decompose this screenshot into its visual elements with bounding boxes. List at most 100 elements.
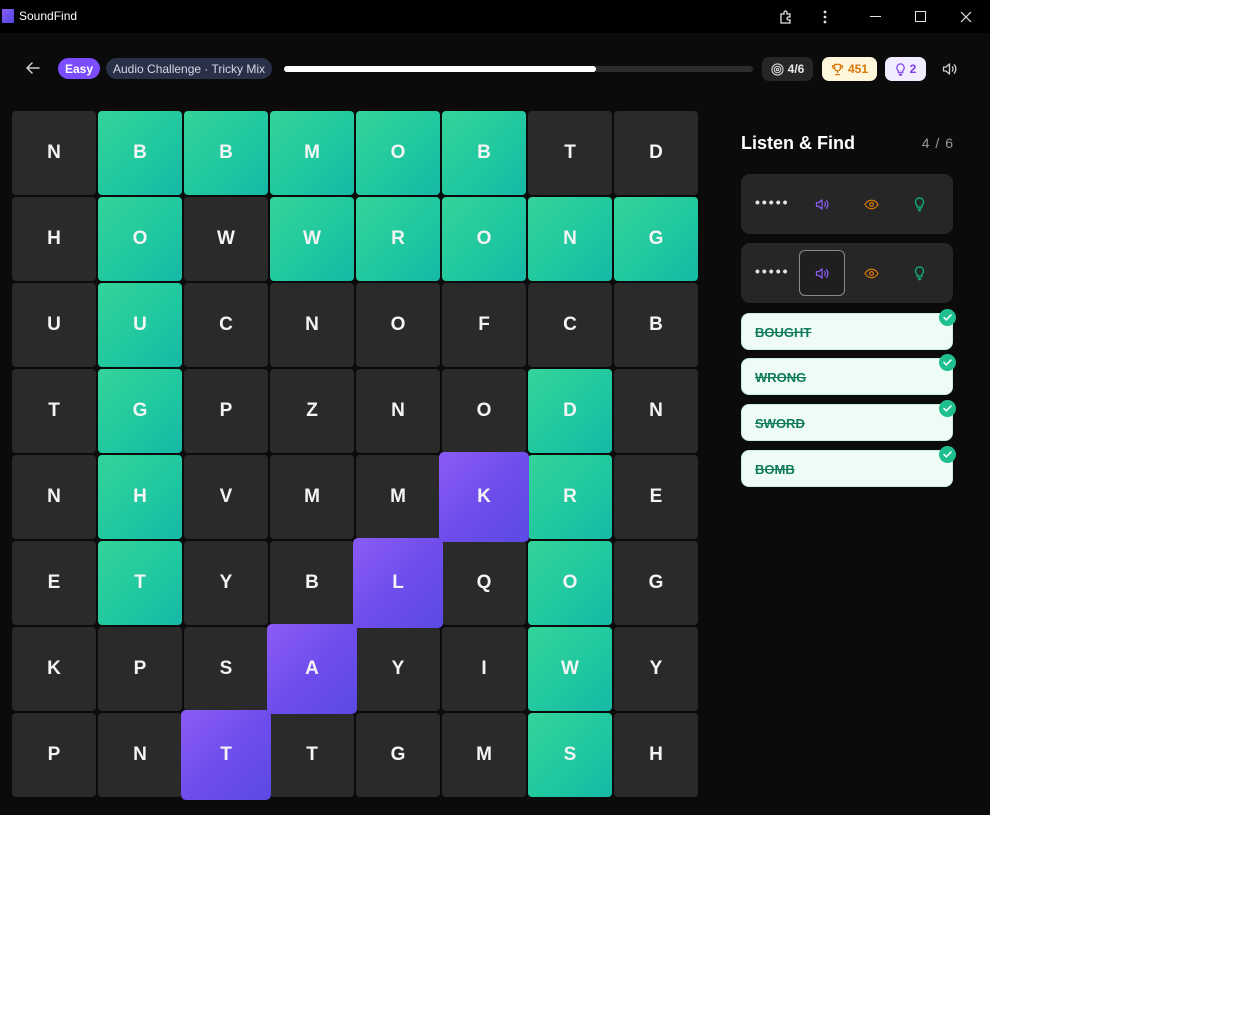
found-word-label: SWORD [755,416,805,431]
progress-fill [284,66,596,72]
grid-cell-r5c5[interactable]: M [356,455,440,539]
grid-cell-r2c3[interactable]: W [184,197,268,281]
close-icon[interactable] [943,0,989,33]
grid-cell-r8c3[interactable]: T [181,710,271,800]
game-header: Easy Audio Challenge · Tricky Mix 4/6 45… [0,33,990,103]
grid-cell-r7c3[interactable]: S [184,627,268,711]
reveal-eye-icon[interactable] [848,181,894,227]
grid-cell-r1c2[interactable]: B [98,111,182,195]
play-audio-icon[interactable] [799,250,845,296]
grid-cell-r6c7[interactable]: O [528,541,612,625]
grid-cell-r1c5[interactable]: O [356,111,440,195]
hint-lightbulb-icon[interactable] [896,181,942,227]
grid-cell-r7c7[interactable]: W [528,627,612,711]
check-icon [939,309,956,326]
grid-cell-r4c2[interactable]: G [98,369,182,453]
grid-cell-r8c2[interactable]: N [98,713,182,797]
grid-cell-r8c5[interactable]: G [356,713,440,797]
check-icon [939,354,956,371]
grid-cell-r4c6[interactable]: O [442,369,526,453]
letter-grid: NBBMOBTDHOWWRONGUUCNOFCBTGPZNODNNHVMMKRE… [12,111,700,800]
grid-cell-r4c5[interactable]: N [356,369,440,453]
found-word-card: BOUGHT [741,309,956,350]
grid-cell-r5c6[interactable]: K [439,452,529,542]
grid-cell-r2c4[interactable]: W [270,197,354,281]
grid-cell-r3c7[interactable]: C [528,283,612,367]
hint-lightbulb-icon[interactable] [896,250,942,296]
maximize-icon[interactable] [897,0,943,33]
grid-cell-r6c1[interactable]: E [12,541,96,625]
panel-title: Listen & Find [741,133,855,153]
minimize-icon[interactable] [852,0,898,33]
grid-cell-r6c5[interactable]: L [353,538,443,628]
lightbulb-icon [895,62,905,76]
grid-cell-r7c6[interactable]: I [442,627,526,711]
grid-cell-r5c1[interactable]: N [12,455,96,539]
grid-cell-r1c4[interactable]: M [270,111,354,195]
grid-cell-r3c6[interactable]: F [442,283,526,367]
back-arrow-icon[interactable] [22,57,44,79]
grid-cell-r1c7[interactable]: T [528,111,612,195]
audio-clue-card: ••••• [741,174,953,234]
grid-cell-r6c4[interactable]: B [270,541,354,625]
grid-cell-r2c6[interactable]: O [442,197,526,281]
panel-count: 4 / 6 [921,135,954,151]
grid-cell-r2c2[interactable]: O [98,197,182,281]
grid-cell-r5c4[interactable]: M [270,455,354,539]
score-badge: 451 [822,57,877,81]
grid-cell-r3c3[interactable]: C [184,283,268,367]
grid-cell-r6c2[interactable]: T [98,541,182,625]
grid-cell-r3c4[interactable]: N [270,283,354,367]
check-icon [939,446,956,463]
grid-cell-r5c8[interactable]: E [614,455,698,539]
grid-cell-r5c3[interactable]: V [184,455,268,539]
grid-cell-r2c7[interactable]: N [528,197,612,281]
grid-cell-r7c4[interactable]: A [267,624,357,714]
grid-cell-r4c7[interactable]: D [528,369,612,453]
grid-cell-r3c2[interactable]: U [98,283,182,367]
app-logo-icon [2,9,14,23]
progress-bar [284,66,753,72]
found-count: 4/6 [787,62,805,76]
grid-cell-r3c1[interactable]: U [12,283,96,367]
grid-cell-r1c8[interactable]: D [614,111,698,195]
grid-cell-r4c1[interactable]: T [12,369,96,453]
grid-cell-r5c7[interactable]: R [528,455,612,539]
reveal-eye-icon[interactable] [848,250,894,296]
grid-cell-r4c3[interactable]: P [184,369,268,453]
hints-value: 2 [909,62,917,76]
found-word-label: BOUGHT [755,325,812,340]
speaker-icon[interactable] [938,57,962,81]
grid-cell-r8c6[interactable]: M [442,713,526,797]
grid-cell-r6c6[interactable]: Q [442,541,526,625]
grid-cell-r6c3[interactable]: Y [184,541,268,625]
grid-cell-r7c1[interactable]: K [12,627,96,711]
grid-cell-r8c4[interactable]: T [270,713,354,797]
grid-cell-r8c7[interactable]: S [528,713,612,797]
grid-cell-r2c8[interactable]: G [614,197,698,281]
grid-cell-r2c5[interactable]: R [356,197,440,281]
grid-cell-r8c8[interactable]: H [614,713,698,797]
grid-cell-r7c8[interactable]: Y [614,627,698,711]
hints-badge: 2 [885,57,926,81]
grid-cell-r8c1[interactable]: P [12,713,96,797]
grid-cell-r1c1[interactable]: N [12,111,96,195]
grid-cell-r4c4[interactable]: Z [270,369,354,453]
grid-cell-r2c1[interactable]: H [12,197,96,281]
mode-badge: Audio Challenge · Tricky Mix [106,58,273,79]
grid-cell-r7c2[interactable]: P [98,627,182,711]
play-audio-icon[interactable] [799,181,845,227]
grid-cell-r3c5[interactable]: O [356,283,440,367]
more-options-icon[interactable] [802,0,848,33]
difficulty-badge: Easy [58,58,101,79]
grid-cell-r6c8[interactable]: G [614,541,698,625]
audio-clue-card: ••••• [741,243,953,303]
grid-cell-r3c8[interactable]: B [614,283,698,367]
target-icon [771,62,784,76]
grid-cell-r4c8[interactable]: N [614,369,698,453]
grid-cell-r1c6[interactable]: B [442,111,526,195]
grid-cell-r7c5[interactable]: Y [356,627,440,711]
grid-cell-r5c2[interactable]: H [98,455,182,539]
app-window: SoundFind Easy Audio Challenge · Tricky … [0,0,990,815]
grid-cell-r1c3[interactable]: B [184,111,268,195]
